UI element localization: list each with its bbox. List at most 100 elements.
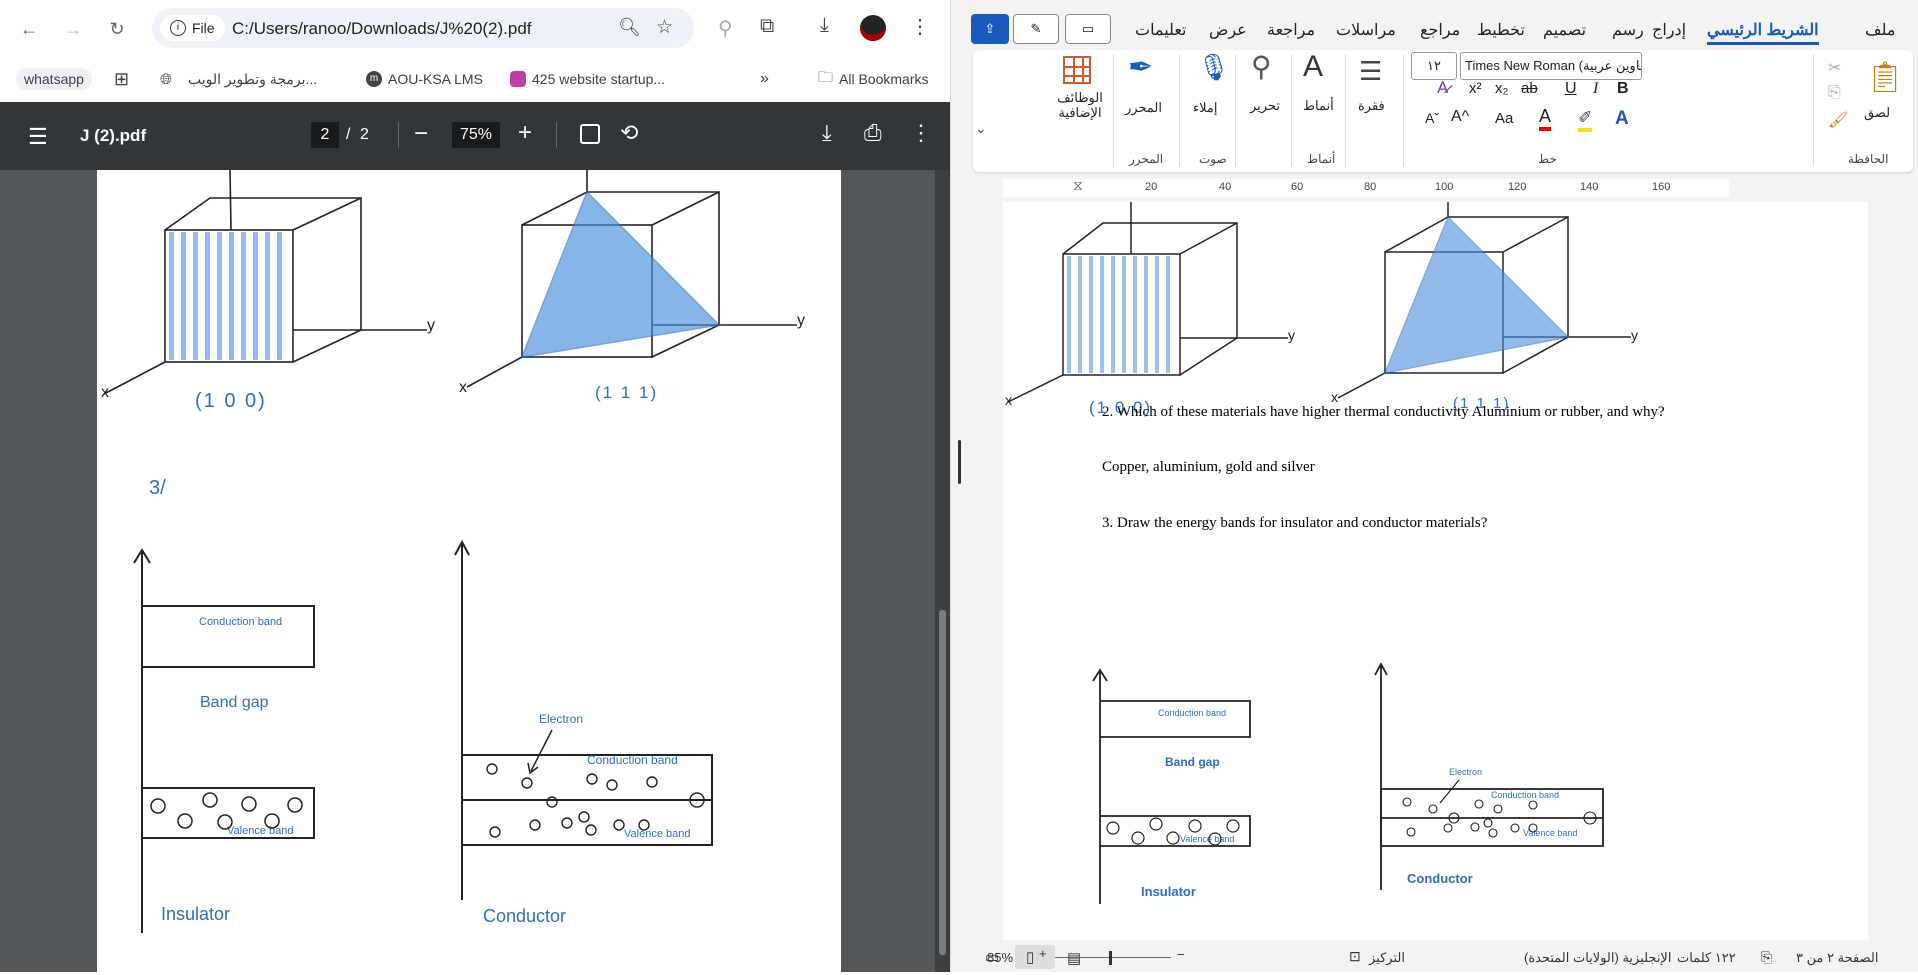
read-aloud-icon[interactable]: ⚲ bbox=[718, 16, 733, 41]
tab-help[interactable]: تعليمات bbox=[1135, 20, 1186, 40]
copy-icon[interactable]: ⎘ bbox=[1828, 84, 1841, 102]
tab-mailings[interactable]: مراسلات bbox=[1336, 20, 1396, 40]
tab-file[interactable]: ملف bbox=[1865, 20, 1895, 40]
status-language[interactable]: الإنجليزية (الولايات المتحدة) bbox=[1524, 950, 1671, 966]
tab-view[interactable]: عرض bbox=[1209, 20, 1247, 40]
bold-button[interactable]: B bbox=[1617, 80, 1629, 98]
pdf-scrollbar[interactable] bbox=[935, 170, 950, 972]
star-icon[interactable]: ☆ bbox=[656, 16, 673, 39]
page-number-input[interactable]: 2 bbox=[311, 122, 339, 148]
doc-answer-2[interactable]: Copper, aluminium, gold and silver bbox=[1102, 459, 1315, 476]
pdf-download-icon[interactable]: ⤓ bbox=[822, 120, 832, 146]
superscript-button[interactable]: x² bbox=[1469, 80, 1482, 97]
tab-insert[interactable]: إدراج bbox=[1652, 20, 1686, 40]
paste-label[interactable]: لصق bbox=[1864, 105, 1890, 121]
tab-home[interactable]: الشريط الرئيسي bbox=[1707, 20, 1819, 45]
text-effects-icon[interactable]: A bbox=[1615, 108, 1629, 130]
rotate-icon[interactable]: ⟲ bbox=[620, 120, 638, 146]
reload-button[interactable]: ↻ bbox=[102, 14, 132, 44]
download-icon[interactable]: ⤓ bbox=[820, 14, 829, 37]
italic-button[interactable]: I bbox=[1593, 80, 1598, 98]
font-size-select[interactable]: ١٢ bbox=[1411, 52, 1457, 80]
vertical-ruler[interactable] bbox=[1890, 177, 1918, 940]
microphone-icon[interactable]: 🎙︎ bbox=[1197, 52, 1230, 83]
tab-draw[interactable]: رسم bbox=[1612, 20, 1644, 40]
doc-question-2[interactable]: 2. Which of these materials have higher … bbox=[1102, 404, 1665, 421]
print-icon[interactable]: ⎙ bbox=[864, 120, 882, 146]
collapse-ribbon-icon[interactable]: ⌄ bbox=[975, 120, 987, 137]
highlight-color-icon[interactable]: ✐ bbox=[1578, 108, 1593, 132]
editor-label[interactable]: المحرر bbox=[1125, 100, 1162, 116]
bookmarks-overflow[interactable]: » bbox=[760, 68, 769, 90]
font-color-icon[interactable]: A bbox=[1539, 106, 1552, 131]
bookmark-aou-lms[interactable]: m AOU-KSA LMS bbox=[366, 68, 483, 90]
address-bar[interactable]: i File C:/Users/ranoo/Downloads/J%20(2).… bbox=[152, 8, 694, 48]
chrome-menu-icon[interactable]: ⋮ bbox=[910, 14, 930, 39]
zoom-slider-track[interactable] bbox=[1055, 957, 1171, 958]
word-scrollbar[interactable] bbox=[1870, 202, 1888, 940]
styles-icon[interactable]: A bbox=[1303, 50, 1323, 84]
share-button[interactable]: ⇪ bbox=[971, 14, 1009, 44]
status-focus[interactable]: التركيز bbox=[1369, 950, 1405, 966]
proofing-icon[interactable]: ⎘ bbox=[1761, 949, 1772, 966]
profile-avatar[interactable] bbox=[860, 15, 886, 41]
font-name-select[interactable]: Times New Roman (عناوين عربية) bbox=[1460, 52, 1642, 80]
tab-review[interactable]: مراجعة bbox=[1267, 20, 1315, 40]
addins-label[interactable]: الوظائف الإضافية bbox=[1055, 90, 1105, 120]
doc-question-3[interactable]: 3. Draw the energy bands for insulator a… bbox=[1102, 515, 1487, 532]
pdf-more-icon[interactable]: ⋮ bbox=[910, 120, 932, 146]
change-case-button[interactable]: Aa bbox=[1495, 110, 1513, 127]
dictate-label[interactable]: إملاء bbox=[1193, 100, 1217, 116]
editor-icon[interactable]: ✒ bbox=[1128, 50, 1153, 85]
underline-button[interactable]: U bbox=[1565, 80, 1577, 98]
indent-marker-icon[interactable]: ⧖ bbox=[1073, 177, 1083, 194]
addins-icon[interactable] bbox=[1063, 56, 1091, 84]
read-mode-icon[interactable]: ▤ bbox=[1067, 949, 1081, 967]
status-words[interactable]: ١٢٢ كلمات bbox=[1677, 950, 1736, 966]
zoom-out-button[interactable]: − bbox=[414, 120, 428, 148]
editing-label[interactable]: تحرير bbox=[1250, 98, 1280, 114]
clear-formatting-icon[interactable]: A̷ bbox=[1437, 78, 1448, 98]
format-painter-icon[interactable]: 🖌︎ bbox=[1828, 110, 1848, 130]
extensions-icon[interactable]: ⧉ bbox=[760, 15, 774, 38]
menu-icon[interactable]: ☰ bbox=[28, 124, 48, 150]
back-button[interactable]: ← bbox=[14, 14, 44, 44]
bookmark-whatsapp[interactable]: whatsapp bbox=[16, 68, 92, 90]
tab-layout[interactable]: تخطيط bbox=[1477, 20, 1525, 40]
zoom-plus-button[interactable]: + bbox=[1039, 946, 1047, 961]
paragraph-icon[interactable]: ☰ bbox=[1359, 56, 1382, 87]
print-layout-button[interactable] bbox=[1015, 945, 1055, 969]
pdf-scroll-thumb[interactable] bbox=[939, 610, 946, 955]
apps-grid-icon[interactable]: ⊞ bbox=[114, 68, 129, 90]
comments-button[interactable]: ▭ bbox=[1065, 14, 1111, 44]
styles-label[interactable]: أنماط bbox=[1303, 98, 1334, 114]
cut-icon[interactable]: ✂ bbox=[1828, 58, 1841, 78]
focus-icon[interactable]: ⊡ bbox=[1349, 948, 1361, 965]
zoom-in-button[interactable]: + bbox=[518, 119, 532, 147]
zoom-input[interactable]: 75% bbox=[452, 122, 500, 148]
tab-references[interactable]: مراجع bbox=[1420, 20, 1460, 40]
status-page[interactable]: الصفحة ٢ من ٣ bbox=[1796, 950, 1878, 966]
fit-page-icon[interactable] bbox=[580, 124, 600, 144]
forward-button[interactable]: → bbox=[58, 14, 88, 44]
all-bookmarks[interactable]: 🗀 All Bookmarks bbox=[818, 68, 928, 90]
site-info-chip[interactable]: i File bbox=[160, 15, 225, 41]
subscript-button[interactable]: x₂ bbox=[1495, 80, 1508, 97]
zoom-slider-thumb[interactable] bbox=[1109, 951, 1112, 965]
zoom-lens-icon[interactable]: 🔍︎ bbox=[618, 17, 641, 38]
editing-mode-button[interactable]: ✎ bbox=[1013, 14, 1059, 44]
divider-handle[interactable] bbox=[958, 440, 961, 484]
url-text[interactable]: C:/Users/ranoo/Downloads/J%20(2).pdf bbox=[232, 19, 532, 39]
word-document-page[interactable]: y x (1 0 0) y x (1 1 1) Conduction band … bbox=[1003, 202, 1868, 940]
strikethrough-button[interactable]: ab bbox=[1521, 80, 1538, 97]
zoom-minus-button[interactable]: − bbox=[1177, 947, 1185, 962]
tab-design[interactable]: تصميم bbox=[1543, 20, 1586, 40]
paragraph-label[interactable]: فقرة bbox=[1358, 98, 1385, 114]
shrink-font-icon[interactable]: Aˇ bbox=[1425, 110, 1439, 126]
grow-font-icon[interactable]: A^ bbox=[1451, 108, 1469, 126]
bookmark-website-startup[interactable]: 425 website startup... bbox=[510, 68, 665, 90]
horizontal-ruler[interactable]: 20 40 60 80 100 120 140 160 ⧖ bbox=[969, 177, 1889, 199]
paste-icon[interactable]: 📋︎ bbox=[1866, 60, 1904, 95]
split-divider[interactable] bbox=[950, 0, 971, 972]
find-icon[interactable]: ⚲ bbox=[1251, 50, 1272, 83]
